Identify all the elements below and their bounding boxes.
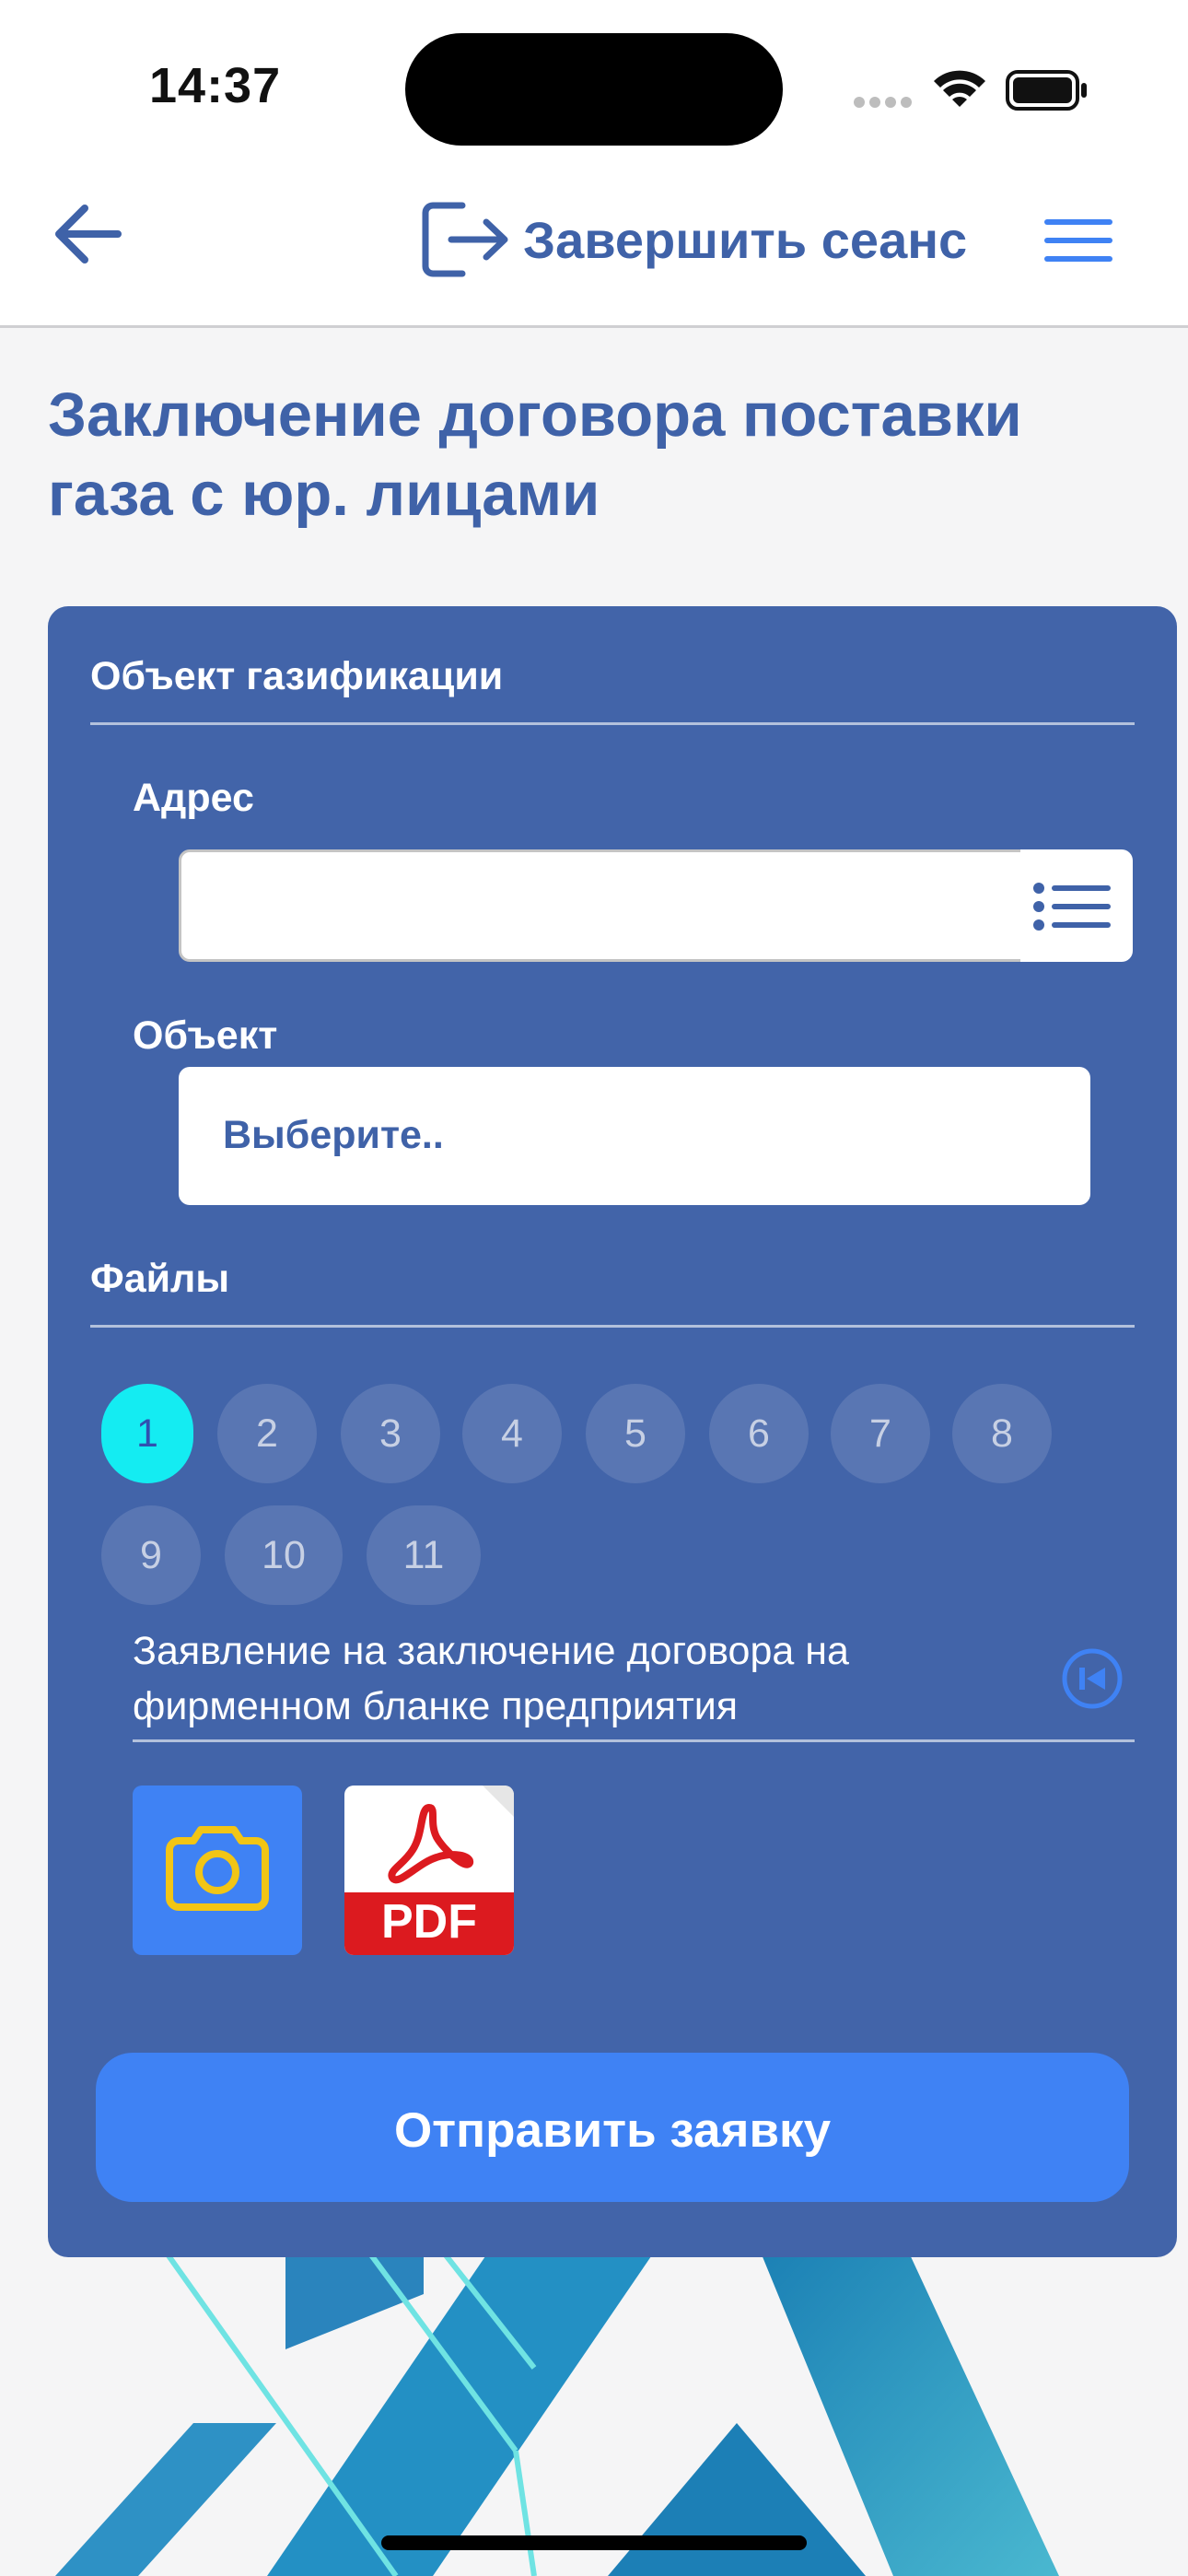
file-page-2[interactable]: 2	[217, 1384, 317, 1483]
file-page-11[interactable]: 11	[367, 1505, 481, 1605]
object-select[interactable]: Выберите..	[179, 1067, 1090, 1205]
logout-button[interactable]: Завершить сеанс	[420, 193, 967, 286]
battery-icon	[1006, 70, 1087, 111]
pdf-label: PDF	[381, 1895, 477, 1949]
file-page-1[interactable]: 1	[101, 1384, 193, 1483]
file-page-8[interactable]: 8	[952, 1384, 1052, 1483]
logout-label: Завершить сеанс	[523, 210, 968, 269]
camera-button[interactable]	[133, 1786, 302, 1955]
arrow-left-icon[interactable]	[48, 188, 131, 280]
file-page-3[interactable]: 3	[341, 1384, 440, 1483]
file-page-4[interactable]: 4	[462, 1384, 562, 1483]
file-page-10[interactable]: 10	[225, 1505, 343, 1605]
submit-label: Отправить заявку	[393, 2103, 832, 2158]
section-title-object: Объект газификации	[90, 654, 504, 698]
page-title: Заключение договора поставки газа с юр. …	[48, 381, 1022, 529]
nav-bar: Завершить сеанс	[0, 166, 1188, 328]
request-form-card: Объект газификации Адрес Объект Выберите…	[48, 606, 1177, 2257]
background-decoration	[55, 2239, 1059, 2576]
camera-icon	[166, 1826, 269, 1911]
file-description: Заявление на заключение договора на фирм…	[133, 1629, 849, 1728]
file-page-9[interactable]: 9	[101, 1505, 201, 1605]
file-page-5[interactable]: 5	[586, 1384, 685, 1483]
status-bar: 14:37	[0, 0, 1188, 166]
object-label: Объект	[133, 1013, 278, 1058]
section-divider	[90, 722, 1135, 725]
object-select-placeholder: Выберите..	[223, 1113, 444, 1157]
file-divider	[133, 1739, 1135, 1742]
file-page-7[interactable]: 7	[831, 1384, 930, 1483]
skip-back-icon[interactable]	[1061, 1647, 1124, 1710]
home-indicator	[381, 2535, 807, 2550]
dynamic-island	[405, 33, 783, 146]
address-list-button[interactable]	[1020, 849, 1133, 962]
status-time: 14:37	[149, 58, 282, 113]
wifi-icon	[934, 70, 985, 107]
address-input[interactable]	[179, 849, 1074, 962]
cellular-signal-icon	[854, 97, 912, 108]
hamburger-menu-icon[interactable]	[1041, 208, 1116, 273]
acrobat-icon	[388, 1786, 514, 1884]
section-title-files: Файлы	[90, 1257, 230, 1301]
list-icon	[1033, 883, 1111, 931]
logout-icon	[422, 202, 508, 277]
file-page-6[interactable]: 6	[709, 1384, 809, 1483]
pdf-file-thumbnail[interactable]: PDF	[344, 1786, 514, 1955]
submit-button[interactable]: Отправить заявку	[96, 2053, 1129, 2202]
section-divider	[90, 1325, 1135, 1328]
address-label: Адрес	[133, 776, 254, 820]
